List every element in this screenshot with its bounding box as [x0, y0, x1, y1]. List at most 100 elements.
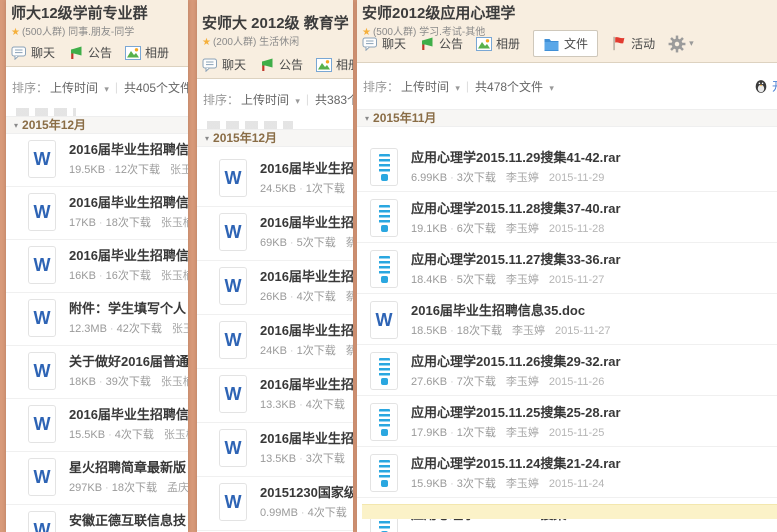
sort-label: 排序：: [12, 79, 48, 96]
month-section-header[interactable]: ▾ 2015年11月: [357, 109, 777, 127]
file-size: 13.5KB: [260, 453, 296, 465]
section-label: 2015年11月: [373, 111, 436, 125]
upload-date: 2015-11-29: [549, 172, 604, 184]
file-row[interactable]: 应用心理学2015.11.28搜集37-40.rar19.1KB·6次下载李玉婷…: [357, 192, 777, 243]
photo-album-icon: [316, 58, 332, 72]
file-list: W2016届毕业生招聘24.5KB·1次下载蔡晓W2016届毕业生招聘69KB·…: [197, 153, 353, 531]
file-count-dropdown[interactable]: 共383个文件: [315, 91, 353, 108]
dot-separator: ·: [301, 507, 305, 519]
uploader-name: 李玉婷: [506, 172, 539, 184]
tab-album[interactable]: 相册: [125, 44, 169, 61]
file-row[interactable]: W2016届毕业生招聘13.5KB·3次下载蔡: [197, 423, 353, 477]
file-size: 16KB: [69, 270, 96, 282]
tab-bar: 聊天 公告 相册: [202, 56, 353, 73]
collapse-arrow-icon: ▾: [365, 111, 369, 127]
tab-chat[interactable]: 聊天: [11, 44, 55, 61]
file-row[interactable]: W星火招聘简章最新版297KB·18次下载孟庆娟: [6, 452, 188, 505]
file-meta: 17.9KB·1次下载李玉婷2015-11-25: [411, 424, 777, 440]
user-badge[interactable]: 开: [754, 78, 777, 95]
tab-chat[interactable]: 聊天: [202, 56, 246, 73]
download-count: 3次下载: [457, 172, 496, 184]
upload-date: 2015-11-27: [549, 274, 604, 286]
group-subtitle-row: ★(500人群) 同事.朋友-同学: [11, 23, 182, 38]
dot-separator: ·: [299, 183, 303, 195]
file-size: 15.9KB: [411, 478, 447, 490]
star-icon: ★: [202, 37, 211, 48]
file-row[interactable]: W2016届毕业生招聘信息35.doc18.5KB·18次下载李玉婷2015-1…: [357, 294, 777, 345]
download-count: 18次下载: [106, 217, 151, 229]
word-doc-icon: W: [28, 352, 56, 390]
file-name: 2016届毕业生招聘信: [69, 407, 188, 422]
settings-menu-button[interactable]: ▾: [668, 35, 694, 53]
file-row[interactable]: W2016届毕业生招聘24KB·1次下载蔡晓: [197, 315, 353, 369]
month-section-header[interactable]: ▾2015年12月: [197, 129, 353, 147]
sort-order-dropdown[interactable]: 上传时间 ▾: [50, 79, 109, 96]
file-row[interactable]: 应用心理学2015.11.29搜集41-42.rar6.99KB·3次下载李玉婷…: [357, 141, 777, 192]
word-doc-icon: W: [28, 299, 56, 337]
sort-order-dropdown[interactable]: 上传时间 ▾: [401, 78, 460, 95]
chat-bubble-icon: [362, 37, 378, 51]
file-name: 2016届毕业生招聘: [260, 161, 353, 176]
file-size: 69KB: [260, 237, 287, 249]
sort-order-dropdown[interactable]: 上传时间 ▾: [241, 91, 300, 108]
file-meta: 69KB·5次下载蔡晓: [260, 234, 353, 250]
file-row[interactable]: W2016届毕业生招聘13.3KB·4次下载蔡: [197, 369, 353, 423]
word-doc-icon: W: [28, 140, 56, 178]
tab-activity[interactable]: 活动: [611, 35, 655, 52]
dot-separator: ·: [108, 429, 112, 441]
file-row[interactable]: W2016届毕业生招聘信15.5KB·4次下载张玉楠: [6, 399, 188, 452]
file-row[interactable]: W2016届毕业生招聘26KB·4次下载蔡晓: [197, 261, 353, 315]
file-meta: 16KB·16次下载张玉楠: [69, 267, 188, 283]
tab-announcements[interactable]: 公告: [68, 44, 112, 61]
dropdown-arrow-icon: ▾: [455, 83, 460, 93]
month-section-header[interactable]: ▾2015年12月: [6, 116, 188, 134]
tab-chat[interactable]: 聊天: [362, 35, 406, 52]
file-count-dropdown[interactable]: 共478个文件 ▾: [475, 78, 554, 95]
file-row[interactable]: W20151230国家级0.99MB·4次下载: [197, 477, 353, 531]
file-name: 应用心理学2015.11.29搜集41-42.rar: [411, 150, 777, 165]
file-count-dropdown[interactable]: 共405个文件 ▾: [124, 79, 188, 96]
photo-album-icon: [125, 46, 141, 60]
tab-album[interactable]: 相册: [316, 56, 353, 73]
file-row[interactable]: W2016届毕业生招聘信17KB·18次下载张玉楠: [6, 187, 188, 240]
file-row[interactable]: 应用心理学2015.11.25搜集25-28.rar17.9KB·1次下载李玉婷…: [357, 396, 777, 447]
tab-files[interactable]: 文件: [533, 30, 598, 57]
tab-announcements[interactable]: 公告: [259, 56, 303, 73]
file-row[interactable]: 应用心理学2015.11.24搜集21-24.rar15.9KB·3次下载李玉婷…: [357, 447, 777, 498]
file-name: 2016届毕业生招聘: [260, 269, 353, 284]
file-row[interactable]: W2016届毕业生招聘69KB·5次下载蔡晓: [197, 207, 353, 261]
upload-date: 2015-11-27: [555, 325, 610, 337]
file-row[interactable]: W附件：学生填写个人12.3MB·42次下载张玉: [6, 293, 188, 346]
word-doc-icon: W: [28, 246, 56, 284]
file-row[interactable]: 应用心理学2015.11.27搜集33-36.rar18.4KB·5次下载李玉婷…: [357, 243, 777, 294]
user-name-partial: 开: [772, 78, 777, 95]
file-name: 关于做好2016届普通: [69, 354, 188, 369]
megaphone-icon: [259, 58, 275, 72]
uploader-name: 蔡晓: [346, 345, 353, 357]
file-meta: 24KB·1次下载蔡晓: [260, 342, 353, 358]
download-count: 5次下载: [297, 237, 336, 249]
file-size: 17.9KB: [411, 427, 447, 439]
file-size: 24KB: [260, 345, 287, 357]
file-row[interactable]: W2016届毕业生招聘信19.5KB·12次下载张玉楠: [6, 134, 188, 187]
file-row[interactable]: W2016届毕业生招聘信16KB·16次下载张玉楠: [6, 240, 188, 293]
file-size: 19.5KB: [69, 164, 105, 176]
tab-announcements[interactable]: 公告: [419, 35, 463, 52]
file-row[interactable]: 应用心理学2015.11.26搜集29-32.rar27.6KB·7次下载李玉婷…: [357, 345, 777, 396]
file-row[interactable]: W2016届毕业生招聘24.5KB·1次下载蔡晓: [197, 153, 353, 207]
file-row[interactable]: W关于做好2016届普通18KB·39次下载张玉楠: [6, 346, 188, 399]
qq-penguin-avatar-icon: [754, 79, 768, 94]
group-title: 安师大 2012级 教育学: [202, 15, 347, 32]
uploader-name: 蔡晓: [346, 291, 353, 303]
chat-bubble-icon: [202, 58, 218, 72]
download-count: 12次下载: [115, 164, 160, 176]
dot-separator: ·: [450, 274, 454, 286]
divider: |: [306, 92, 309, 106]
uploader-name: 李玉婷: [506, 376, 539, 388]
tab-album[interactable]: 相册: [476, 35, 520, 52]
notification-bar: [362, 504, 777, 519]
file-row[interactable]: W安徽正德互联信息技: [6, 505, 188, 532]
uploader-name: 张玉楠: [161, 217, 188, 229]
dot-separator: ·: [450, 223, 454, 235]
file-meta: 13.3KB·4次下载蔡: [260, 396, 353, 412]
